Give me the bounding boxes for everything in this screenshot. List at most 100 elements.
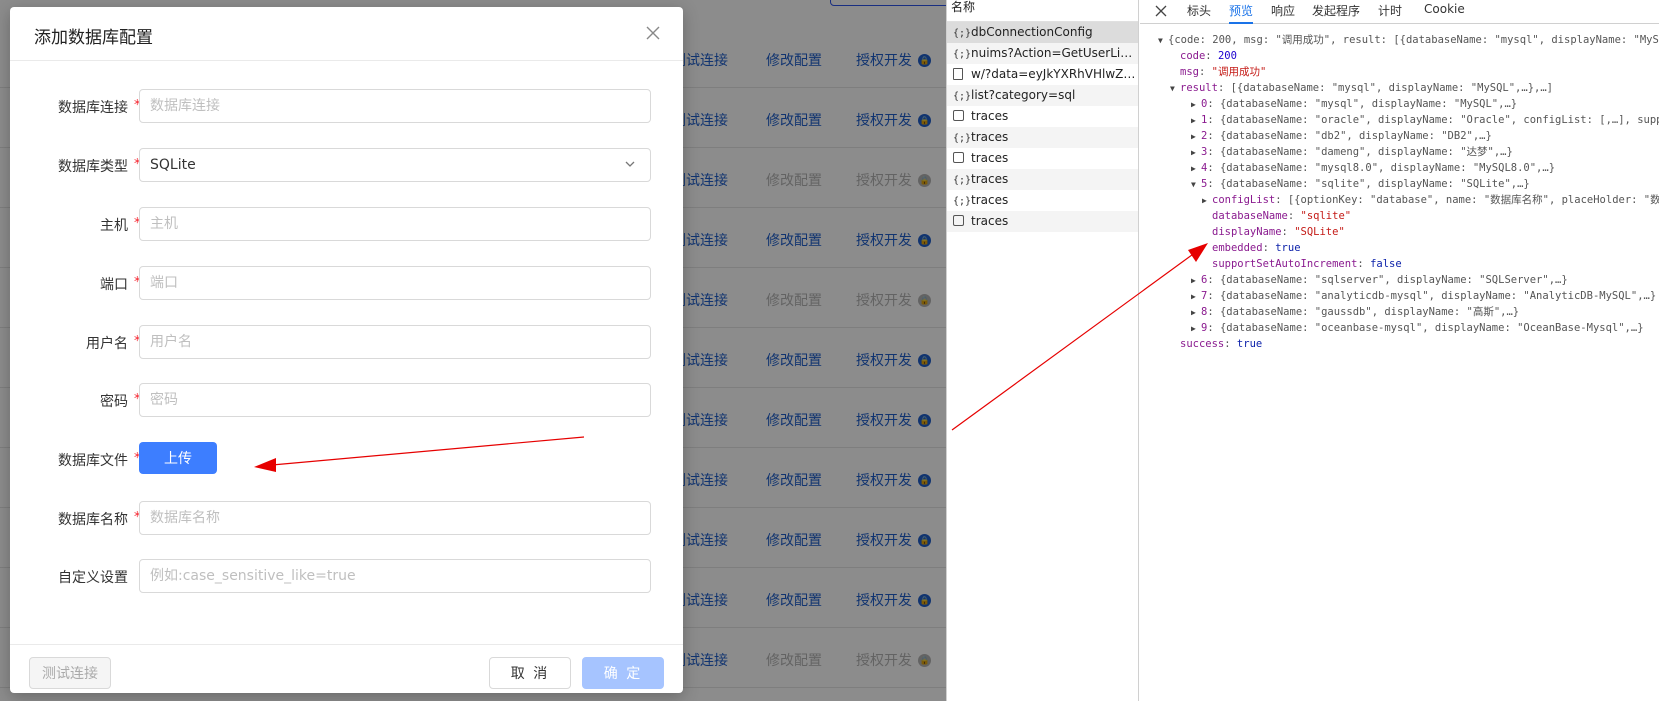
expand-triangle-icon[interactable]: ▶ <box>1191 305 1201 321</box>
expand-triangle-icon[interactable]: ▶ <box>1202 193 1212 209</box>
tab-item[interactable]: 预览 <box>1229 2 1254 24</box>
json-line[interactable]: ▶ 3: {databaseName: "dameng", displayName… <box>1140 144 1659 160</box>
db-type-select[interactable]: SQLite <box>139 148 651 182</box>
json-file-icon: {;} <box>953 28 972 39</box>
request-name: traces <box>971 130 1009 144</box>
expand-triangle-icon[interactable]: ▶ <box>1191 161 1201 177</box>
json-value: : {databaseName: "db2", displayName: "DB… <box>1207 130 1492 142</box>
name-column-header[interactable]: 名称 <box>947 0 1138 22</box>
json-value: "SQLite" <box>1294 226 1345 238</box>
json-line[interactable]: ▶ 4: {databaseName: "mysql8.0", displayNa… <box>1140 160 1659 176</box>
network-request-row[interactable]: traces <box>947 106 1138 127</box>
json-key: configList <box>1212 194 1276 206</box>
json-key: embedded <box>1212 242 1263 254</box>
field-input[interactable] <box>139 325 651 359</box>
tab-item[interactable]: 计时 <box>1378 2 1402 19</box>
json-value: {code: 200, msg: "调用成功", result: [{datab… <box>1168 34 1659 46</box>
confirm-button[interactable]: 确 定 <box>582 657 664 689</box>
tab-item[interactable]: Cookie <box>1424 2 1465 16</box>
json-line[interactable]: ▶ 0: {databaseName: "mysql", displayName:… <box>1140 96 1659 112</box>
json-value: "调用成功" <box>1211 66 1267 78</box>
json-value: : <box>1357 258 1371 270</box>
field-input[interactable] <box>139 89 651 123</box>
field-label: 数据库类型 <box>58 159 128 175</box>
close-icon[interactable] <box>645 25 661 41</box>
json-value: : {databaseName: "sqlite", displayName: … <box>1207 178 1530 190</box>
json-line[interactable]: ▶ 7: {databaseName: "analyticdb-mysql", d… <box>1140 288 1659 304</box>
request-name: list?category=sql <box>971 88 1076 102</box>
db-type-value: SQLite <box>150 157 196 173</box>
json-key: msg <box>1180 66 1199 78</box>
expand-triangle-icon[interactable]: ▶ <box>1191 273 1201 289</box>
json-line[interactable]: ▶ 9: {databaseName: "oceanbase-mysql", di… <box>1140 320 1659 336</box>
network-request-row[interactable]: {;}traces <box>947 169 1138 190</box>
request-icon <box>953 152 964 163</box>
form-row: 用户名 * <box>10 325 683 359</box>
json-line[interactable]: ▶ 6: {databaseName: "sqlserver", displayN… <box>1140 272 1659 288</box>
json-value: : {databaseName: "dameng", displayName: … <box>1207 146 1513 158</box>
json-line[interactable]: ▼ 5: {databaseName: "sqlite", displayName… <box>1140 176 1659 192</box>
collapse-triangle-icon[interactable]: ▼ <box>1191 177 1201 193</box>
network-request-row[interactable]: {;}traces <box>947 127 1138 148</box>
json-value: : <box>1198 66 1212 78</box>
json-line[interactable]: ▶ configList: [{optionKey: "database", na… <box>1140 192 1659 208</box>
json-line[interactable]: ▶ 1: {databaseName: "oracle", displayName… <box>1140 112 1659 128</box>
expand-triangle-icon[interactable]: ▶ <box>1191 145 1201 161</box>
expand-triangle-icon[interactable]: ▶ <box>1191 97 1201 113</box>
field-label: 密码 <box>100 394 128 410</box>
dialog-footer: 测试连接 取 消 确 定 <box>10 644 683 693</box>
tab-item[interactable]: 发起程序 <box>1312 2 1360 19</box>
field-input[interactable] <box>139 266 651 300</box>
json-value: : {databaseName: "mysql8.0", displayName… <box>1207 162 1556 174</box>
network-request-row[interactable]: {;}dbConnectionConfig <box>947 22 1138 43</box>
form-row: 主机 * <box>10 207 683 241</box>
json-value: : {databaseName: "analyticdb-mysql", dis… <box>1207 290 1657 302</box>
json-key: code <box>1180 50 1206 62</box>
form-row: 端口 * <box>10 266 683 300</box>
json-line[interactable]: ▶ 8: {databaseName: "gaussdb", displayNam… <box>1140 304 1659 320</box>
expand-triangle-icon[interactable]: ▶ <box>1191 321 1201 337</box>
field-input[interactable] <box>139 501 651 535</box>
json-line: displayName: "SQLite" <box>1140 224 1659 240</box>
field-input[interactable] <box>139 559 651 593</box>
field-input[interactable] <box>139 383 651 417</box>
field-label: 端口 <box>100 277 128 293</box>
network-request-row[interactable]: traces <box>947 211 1138 232</box>
test-connection-button[interactable]: 测试连接 <box>29 657 111 689</box>
network-request-row[interactable]: {;}traces <box>947 190 1138 211</box>
json-line: code: 200 <box>1140 48 1659 64</box>
collapse-triangle-icon[interactable]: ▼ <box>1158 33 1168 49</box>
form-row: 数据库连接 * <box>10 89 683 123</box>
json-value: "sqlite" <box>1300 210 1352 222</box>
network-request-row[interactable]: w/?data=eyJkYXRhVHlwZSI6I... <box>947 64 1138 85</box>
expand-triangle-icon[interactable]: ▶ <box>1191 113 1201 129</box>
json-value: : {databaseName: "sqlserver", displayNam… <box>1207 274 1568 286</box>
tab-item[interactable]: 响应 <box>1271 2 1295 19</box>
expand-triangle-icon[interactable]: ▶ <box>1191 289 1201 305</box>
json-value: true <box>1275 242 1301 254</box>
field-input[interactable] <box>139 207 651 241</box>
json-value: : <box>1224 338 1237 350</box>
upload-button[interactable]: 上传 <box>139 442 217 474</box>
json-tree: ▼ {code: 200, msg: "调用成功", result: [{data… <box>1140 32 1659 352</box>
json-line: msg: "调用成功" <box>1140 64 1659 80</box>
collapse-triangle-icon[interactable]: ▼ <box>1170 81 1180 97</box>
field-label: 用户名 <box>86 336 128 352</box>
json-file-icon: {;} <box>953 91 972 102</box>
request-name: traces <box>971 172 1009 186</box>
network-request-row[interactable]: traces <box>947 148 1138 169</box>
network-request-row[interactable]: {;}list?category=sql <box>947 85 1138 106</box>
network-request-row[interactable]: {;}nuims?Action=GetUserListIn... <box>947 43 1138 64</box>
json-key: databaseName <box>1212 210 1288 222</box>
cancel-button[interactable]: 取 消 <box>489 657 571 689</box>
tab-item[interactable]: 标头 <box>1187 2 1211 19</box>
close-panel-icon[interactable] <box>1154 4 1168 18</box>
json-line[interactable]: ▶ 2: {databaseName: "db2", displayName: "… <box>1140 128 1659 144</box>
request-icon <box>953 215 964 226</box>
json-value: : <box>1281 226 1295 238</box>
field-label: 数据库连接 <box>58 100 128 116</box>
json-line[interactable]: ▼ result: [{databaseName: "mysql", displa… <box>1140 80 1659 96</box>
json-line[interactable]: ▼ {code: 200, msg: "调用成功", result: [{data… <box>1140 32 1659 48</box>
field-label: 自定义设置 <box>58 570 128 586</box>
expand-triangle-icon[interactable]: ▶ <box>1191 129 1201 145</box>
